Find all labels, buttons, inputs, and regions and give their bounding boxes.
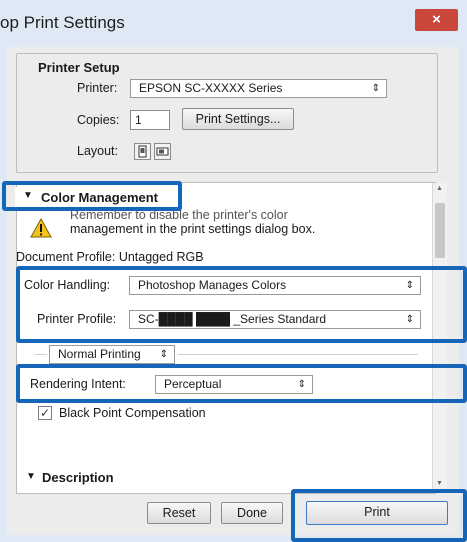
print-settings-button[interactable]: Print Settings... <box>182 108 294 130</box>
print-settings-window: op Print Settings × Printer Setup Printe… <box>0 0 467 542</box>
divider <box>178 354 418 355</box>
checkmark-icon: ✓ <box>39 406 51 420</box>
dropdown-arrow-icon: ⇕ <box>371 83 380 94</box>
notice-line-2: management in the print settings dialog … <box>70 222 316 236</box>
printing-mode-select[interactable]: Normal Printing ⇕ <box>49 345 175 364</box>
scroll-down-icon[interactable]: ▼ <box>436 480 443 487</box>
close-icon: × <box>432 11 441 28</box>
highlight-color-management <box>2 181 182 211</box>
copies-input[interactable]: 1 <box>130 110 170 130</box>
divider <box>35 354 47 355</box>
landscape-layout-icon <box>156 147 169 156</box>
warning-icon <box>30 218 52 238</box>
printer-select[interactable]: EPSON SC-XXXXX Series ⇕ <box>130 79 387 98</box>
landscape-layout-button[interactable] <box>154 143 171 160</box>
highlight-print-button <box>291 489 467 542</box>
description-title: Description <box>42 470 114 485</box>
printer-setup-title: Printer Setup <box>38 60 120 75</box>
close-button[interactable]: × <box>415 9 458 31</box>
document-profile-text: Document Profile: Untagged RGB <box>16 250 204 264</box>
copies-label: Copies: <box>77 113 120 127</box>
title-bar: op Print Settings × <box>0 0 467 47</box>
reset-button[interactable]: Reset <box>147 502 211 524</box>
layout-label: Layout: <box>77 144 119 158</box>
scrollbar-thumb[interactable] <box>435 203 445 258</box>
scroll-up-icon[interactable]: ▲ <box>436 185 443 192</box>
highlight-rendering-intent <box>16 364 467 403</box>
window-title: op Print Settings <box>0 13 125 32</box>
portrait-layout-button[interactable] <box>134 143 151 160</box>
expand-caret-icon: ▼ <box>26 471 36 482</box>
portrait-layout-icon <box>138 145 147 158</box>
highlight-color-handling <box>16 266 467 343</box>
dropdown-arrow-icon: ⇕ <box>159 349 168 360</box>
printing-mode-value: Normal Printing <box>58 347 141 361</box>
printer-label: Printer: <box>77 81 118 95</box>
done-button[interactable]: Done <box>221 502 283 524</box>
black-point-label: Black Point Compensation <box>59 406 206 420</box>
printer-value: EPSON SC-XXXXX Series <box>139 81 283 95</box>
description-header[interactable]: ▼ Description <box>20 470 220 490</box>
black-point-checkbox[interactable]: ✓ <box>38 406 52 420</box>
